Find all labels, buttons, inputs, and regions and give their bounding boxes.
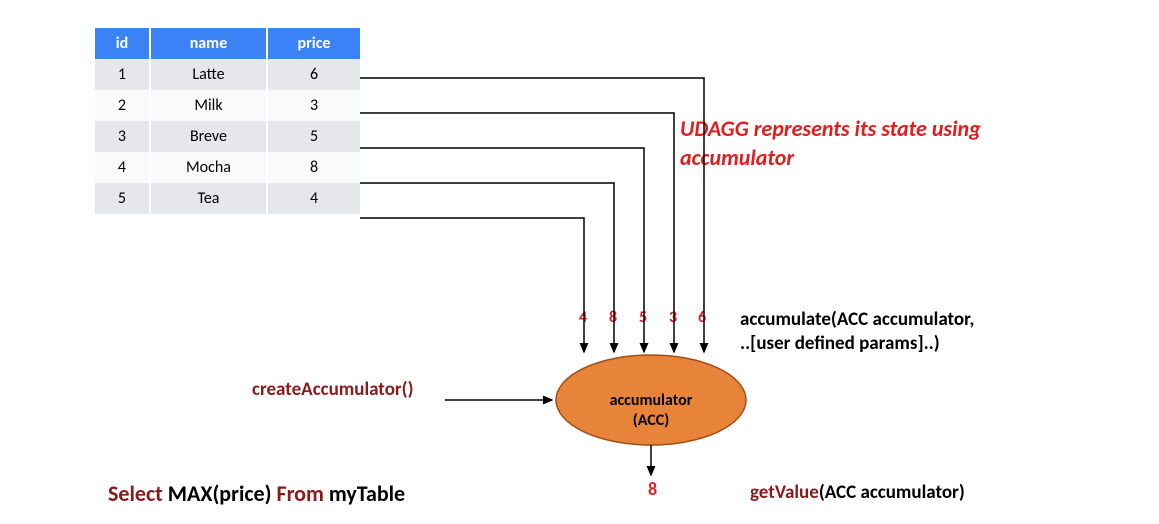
col-id: id — [95, 28, 150, 59]
sql-select: Select — [108, 480, 163, 507]
sql-statement: Select MAX(price) From myTable — [108, 480, 405, 507]
sql-table: myTable — [329, 480, 405, 507]
udagg-caption: UDAGG represents its state using accumul… — [680, 115, 1040, 172]
accumulate-line2: ..[user defined params]..) — [740, 332, 940, 355]
arrow-val-1: 8 — [609, 308, 617, 327]
col-price: price — [267, 28, 360, 59]
accumulate-line1: accumulate(ACC accumulator, — [740, 308, 974, 331]
accumulate-label: accumulate(ACC accumulator, ..[user defi… — [740, 308, 1080, 356]
accumulator-states: 88666 — [603, 366, 684, 385]
table-row: 1 Latte 6 — [95, 59, 360, 90]
data-table: id name price 1 Latte 6 2 Milk 3 3 Breve… — [95, 28, 360, 214]
sql-from: From — [276, 480, 323, 507]
table-row: 3 Breve 5 — [95, 121, 360, 152]
ellipse-line2: (ACC) — [633, 411, 669, 430]
col-name: name — [150, 28, 267, 59]
table-row: 4 Mocha 8 — [95, 152, 360, 183]
result-value: 8 — [648, 478, 657, 500]
table-row: 5 Tea 4 — [95, 183, 360, 214]
arrow-val-4: 6 — [698, 308, 706, 327]
table-row: 2 Milk 3 — [95, 90, 360, 121]
getvalue-fn: getValue — [750, 481, 819, 504]
arrow-val-3: 3 — [669, 308, 677, 327]
arrow-val-2: 5 — [639, 308, 647, 327]
arrow-val-0: 4 — [579, 308, 587, 327]
sql-fn: MAX(price) — [168, 480, 272, 507]
getvalue-args: (ACC accumulator) — [819, 481, 965, 504]
create-accumulator-label: createAccumulator() — [252, 378, 414, 401]
getvalue-label: getValue(ACC accumulator) — [750, 481, 965, 504]
ellipse-line1: accumulator — [610, 391, 693, 410]
